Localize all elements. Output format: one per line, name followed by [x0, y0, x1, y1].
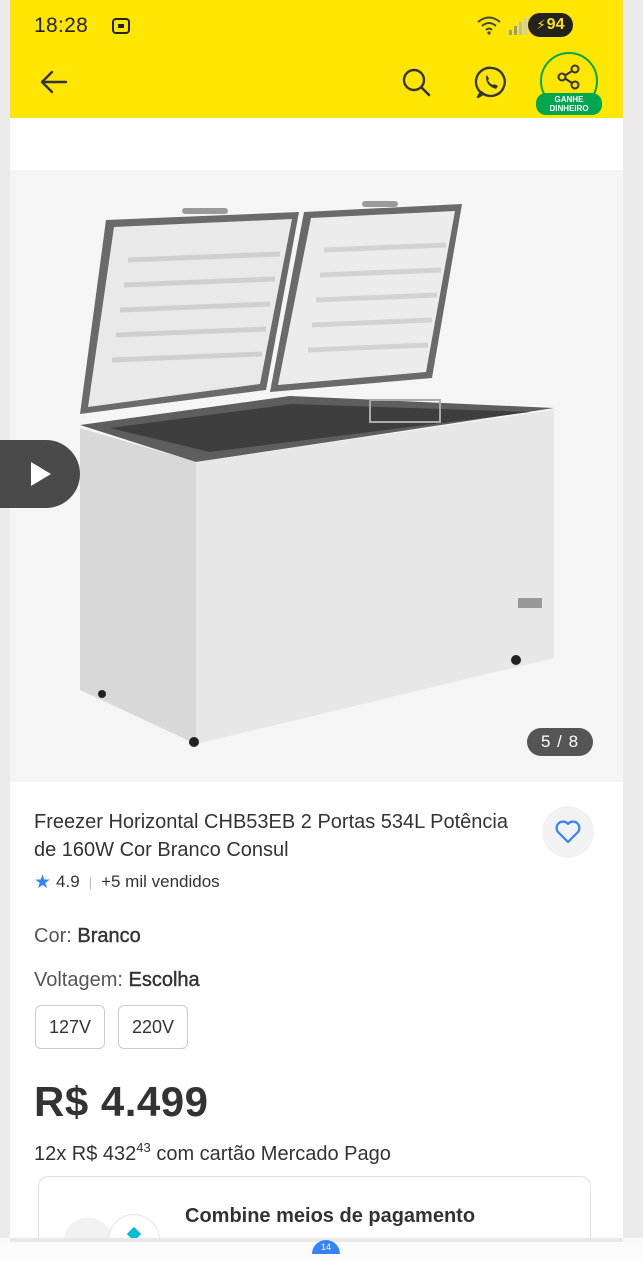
voltage-option-127v[interactable]: 127V — [35, 1005, 105, 1049]
earn-money-badge-line2: DINHEIRO — [549, 104, 589, 113]
earn-money-badge-line1: GANHE — [554, 95, 584, 104]
rating-row[interactable]: ★ 4.9 | +5 mil vendidos — [34, 870, 220, 894]
search-icon — [402, 68, 431, 97]
search-button[interactable] — [392, 58, 440, 106]
share-icon — [557, 64, 580, 90]
voltage-label: Voltagem: — [34, 969, 123, 991]
voltage-value: Escolha — [128, 969, 200, 991]
voltage-option-220v[interactable]: 220V — [118, 1005, 188, 1049]
play-video-button[interactable] — [0, 440, 80, 508]
status-bar: 18:28 ⚡ 94 — [0, 0, 643, 50]
star-icon: ★ — [34, 871, 52, 893]
gallery-top-spacer — [10, 118, 623, 170]
product-image — [10, 170, 623, 782]
color-label: Cor: — [34, 925, 72, 947]
favorite-button[interactable] — [542, 806, 594, 858]
installments-cents: 43 — [136, 1140, 151, 1155]
product-price: R$ 4.499 — [34, 1078, 209, 1125]
installments-info: 12x R$ 43243 com cartão Mercado Pago — [34, 1140, 391, 1166]
earn-money-badge[interactable]: GANHE DINHEIRO — [536, 93, 602, 115]
back-button[interactable] — [32, 60, 76, 104]
bottom-divider — [10, 1238, 623, 1242]
heart-icon — [555, 820, 581, 844]
screen-record-icon — [112, 18, 130, 34]
voltage-selector: Voltagem: Escolha — [34, 969, 200, 992]
arrow-left-icon — [40, 70, 68, 94]
rating-value: 4.9 — [56, 872, 80, 891]
color-selector[interactable]: Cor: Branco — [34, 925, 141, 948]
image-counter: 5 / 8 — [527, 728, 593, 756]
sold-count: +5 mil vendidos — [101, 872, 220, 891]
whatsapp-button[interactable] — [466, 56, 518, 108]
battery-bolt-icon: ⚡ — [536, 17, 546, 32]
rating-separator: | — [88, 874, 93, 890]
status-time: 18:28 — [34, 14, 89, 37]
color-value: Branco — [77, 925, 141, 947]
product-image-gallery[interactable] — [10, 170, 623, 782]
installments-method: com cartão Mercado Pago — [156, 1143, 391, 1165]
battery-level: 94 — [546, 16, 565, 33]
installments-amount: 12x R$ 432 — [34, 1143, 137, 1165]
play-icon — [31, 462, 51, 486]
whatsapp-icon — [474, 66, 506, 99]
product-title: Freezer Horizontal CHB53EB 2 Portas 534L… — [34, 811, 508, 861]
payment-combine-title: Combine meios de pagamento — [185, 1205, 476, 1227]
battery-indicator: ⚡ 94 — [528, 13, 573, 37]
wifi-icon — [477, 16, 501, 35]
